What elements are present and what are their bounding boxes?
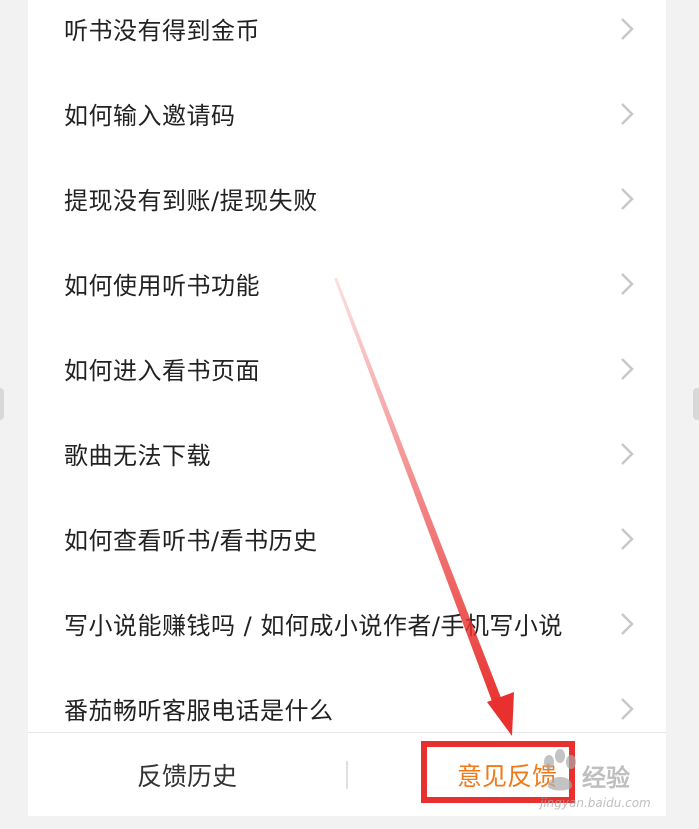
annotation-arrow bbox=[334, 278, 514, 736]
baidu-paw-icon bbox=[544, 749, 576, 791]
baidu-jingyan-watermark: 经验 jingyan.baidu.com bbox=[540, 748, 690, 818]
watermark-url: jingyan.baidu.com bbox=[540, 796, 651, 810]
watermark-title: 经验 bbox=[582, 764, 630, 792]
